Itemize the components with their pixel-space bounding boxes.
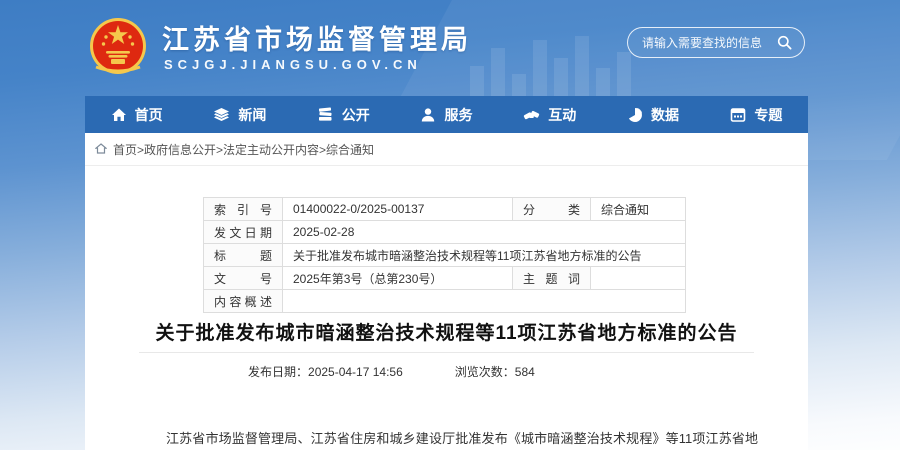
nav-item-home[interactable]: 首页 [85,96,188,133]
title-label: 标题 [204,244,283,267]
breadcrumb[interactable]: 首页>政府信息公开>法定主动公开内容>综合通知 [85,133,808,166]
nav-item-disclosure[interactable]: 公开 [292,96,395,133]
data-icon [627,107,643,123]
title-value: 关于批准发布城市暗涵整治技术规程等11项江苏省地方标准的公告 [283,244,686,267]
nav-label: 新闻 [238,105,266,125]
nav-label: 互动 [548,105,576,125]
publish-date-label: 发布日期： [248,365,308,379]
publish-date: 发布日期：2025-04-17 14:56 [248,363,403,380]
table-row: 内容概述 [204,290,686,313]
index-value: 01400022-0/2025-00137 [283,198,513,221]
national-emblem-logo [88,15,148,79]
category-label: 分类 [513,198,591,221]
nav-item-data[interactable]: 数据 [601,96,704,133]
date-label: 发文日期 [204,221,283,244]
nav-item-topics[interactable]: 专题 [705,96,808,133]
interaction-icon [523,107,540,123]
table-row: 文号 2025年第3号（总第230号） 主题词 [204,267,686,290]
nav-label: 服务 [444,105,472,125]
nav-label: 首页 [135,105,163,125]
disclosure-icon [317,107,334,123]
publish-date-value: 2025-04-17 14:56 [308,365,403,379]
title-divider [139,352,754,353]
topics-icon [730,107,746,123]
nav-label: 数据 [651,105,679,125]
docnum-label: 文号 [204,267,283,290]
table-row: 索引号 01400022-0/2025-00137 分类 综合通知 [204,198,686,221]
document-info-table: 索引号 01400022-0/2025-00137 分类 综合通知 发文日期 2… [203,197,686,313]
breadcrumb-home-icon [95,143,107,157]
page: 江苏省市场监督管理局 SCJGJ.JIANGSU.GOV.CN 首页 [0,0,900,450]
table-row: 发文日期 2025-02-28 [204,221,686,244]
view-count-label: 浏览次数： [455,365,515,379]
breadcrumb-text: 首页>政府信息公开>法定主动公开内容>综合通知 [113,141,374,158]
search-input[interactable] [640,35,771,51]
news-icon [213,107,230,123]
content-panel: 首页>政府信息公开>法定主动公开内容>综合通知 索引号 01400022-0/2… [85,133,808,450]
category-value: 综合通知 [591,198,686,221]
index-label: 索引号 [204,198,283,221]
site-url: SCJGJ.JIANGSU.GOV.CN [164,57,422,72]
table-row: 标题 关于批准发布城市暗涵整治技术规程等11项江苏省地方标准的公告 [204,244,686,267]
keywords-value [591,267,686,290]
article-body: 江苏省市场监督管理局、江苏省住房和城乡建设厅批准发布《城市暗涵整治技术规程》等1… [140,427,758,450]
nav-label: 公开 [342,105,370,125]
date-value: 2025-02-28 [283,221,686,244]
home-icon [111,107,127,123]
nav-item-news[interactable]: 新闻 [188,96,291,133]
nav-item-interaction[interactable]: 互动 [498,96,601,133]
docnum-value: 2025年第3号（总第230号） [283,267,513,290]
view-count-value: 584 [515,365,535,379]
search-icon[interactable] [777,35,792,50]
summary-label: 内容概述 [204,290,283,313]
summary-value [283,290,686,313]
article-title: 关于批准发布城市暗涵整治技术规程等11项江苏省地方标准的公告 [85,318,808,345]
article-meta: 发布日期：2025-04-17 14:56 浏览次数：584 [85,363,808,380]
nav-item-service[interactable]: 服务 [395,96,498,133]
service-icon [420,107,436,123]
search-box[interactable] [627,27,805,58]
keywords-label: 主题词 [513,267,591,290]
main-nav: 首页 新闻 公开 [85,96,808,133]
site-title: 江苏省市场监督管理局 [162,18,472,57]
header-cityscape-decoration [470,34,631,96]
view-count: 浏览次数：584 [455,363,535,380]
article-paragraph: 江苏省市场监督管理局、江苏省住房和城乡建设厅批准发布《城市暗涵整治技术规程》等1… [140,427,758,450]
nav-label: 专题 [754,105,782,125]
